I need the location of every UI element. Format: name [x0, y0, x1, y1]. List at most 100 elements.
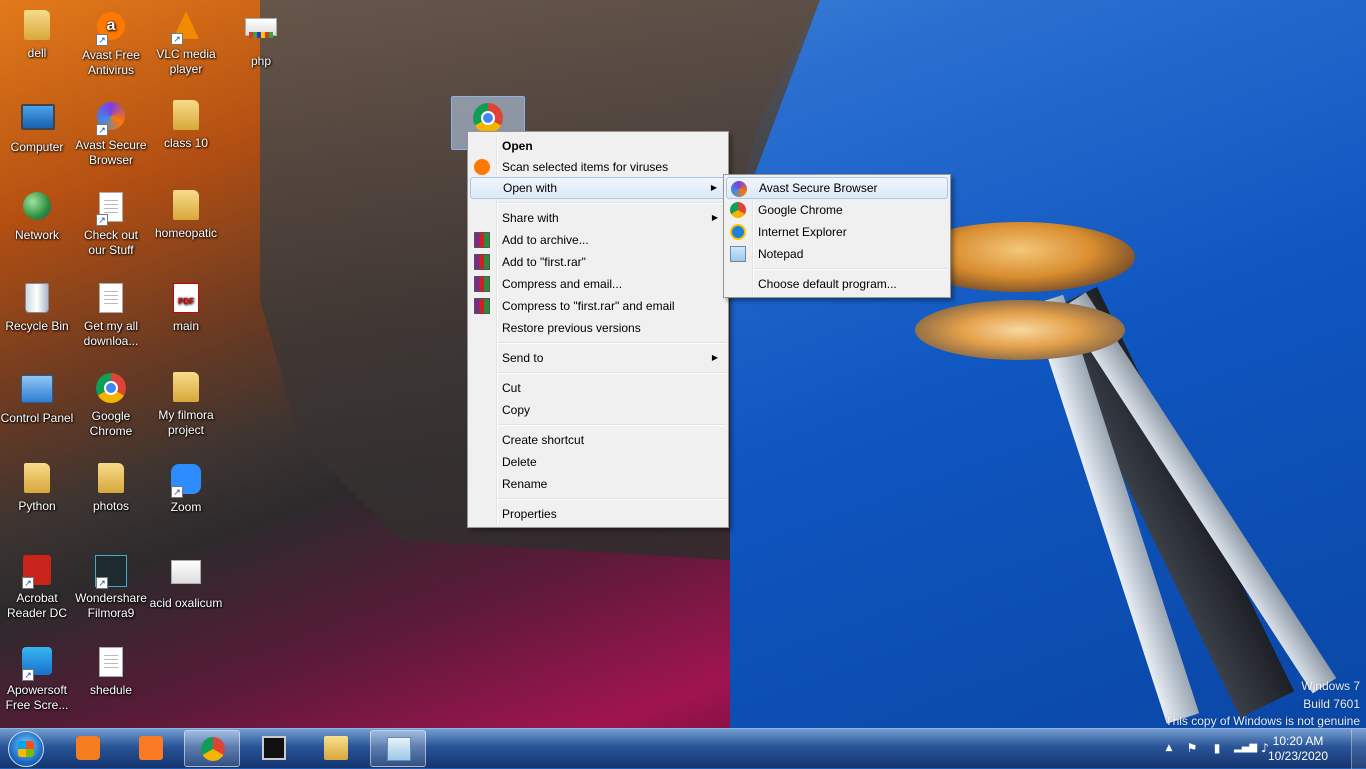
menu-item-label: Send to — [502, 351, 544, 365]
document-icon — [95, 647, 127, 679]
menu-separator — [498, 424, 726, 426]
desktop-icon-recycle-bin[interactable]: Recycle Bin — [0, 281, 74, 334]
desktop-icon-vlc[interactable]: ↗ VLC media player — [149, 10, 223, 77]
show-hidden-icons-icon[interactable]: ▲ — [1162, 741, 1176, 755]
menu-item-add-to-archive[interactable]: Add to archive... — [470, 229, 726, 251]
desktop-icon-class-10[interactable]: class 10 — [149, 100, 223, 151]
menu-item-open-with[interactable]: Open with ▶ — [470, 177, 726, 199]
taskbar-notepad[interactable] — [370, 730, 426, 767]
php-icon — [245, 18, 277, 50]
xampp-icon — [139, 736, 163, 760]
taskbar-xampp[interactable] — [123, 730, 179, 767]
desktop-icon-label: Zoom — [170, 500, 202, 514]
menu-item-rename[interactable]: Rename — [470, 473, 726, 495]
menu-item-label: Delete — [502, 455, 537, 469]
menu-item-compress-rar-email[interactable]: Compress to "first.rar" and email — [470, 295, 726, 317]
menu-item-open[interactable]: Open — [470, 135, 726, 157]
desktop-icon-dell[interactable]: dell — [0, 10, 74, 61]
menu-item-delete[interactable]: Delete — [470, 451, 726, 473]
desktop-icon-python[interactable]: Python — [0, 463, 74, 514]
menu-item-properties[interactable]: Properties — [470, 503, 726, 525]
desktop-icon-acrobat[interactable]: ↗ Acrobat Reader DC — [0, 554, 74, 621]
desktop-icon-photos[interactable]: photos — [74, 463, 148, 514]
desktop-icon-check-out[interactable]: ↗ Check out our Stuff — [74, 190, 148, 258]
desktop-icon-control-panel[interactable]: Control Panel — [0, 372, 74, 426]
desktop-icon-label: Python — [18, 499, 56, 513]
submenu-item-notepad[interactable]: Notepad — [726, 243, 948, 265]
desktop-icon-label: php — [250, 54, 272, 68]
submenu-item-label: Internet Explorer — [758, 225, 847, 239]
menu-item-cut[interactable]: Cut — [470, 377, 726, 399]
desktop-icon-label: acid oxalicum — [149, 596, 223, 610]
desktop-icon-get-my-all[interactable]: Get my all downloa... — [74, 281, 148, 349]
menu-item-share-with[interactable]: Share with ▶ — [470, 207, 726, 229]
watermark-line-2: Build 7601 — [1303, 696, 1360, 711]
submenu-arrow-icon: ▶ — [711, 213, 718, 222]
taskbar-cmd[interactable] — [246, 730, 302, 767]
submenu-item-choose-default[interactable]: Choose default program... — [726, 273, 948, 295]
clock-date: 10/23/2020 — [1267, 749, 1329, 763]
menu-item-label: Rename — [502, 477, 548, 491]
submenu-arrow-icon: ▶ — [710, 183, 717, 192]
folder-icon — [170, 372, 202, 404]
control-panel-icon — [21, 375, 53, 407]
start-button[interactable] — [8, 731, 44, 767]
desktop-icon-label: Check out our Stuff — [83, 228, 139, 257]
notepad-icon — [387, 737, 411, 761]
image-icon — [170, 560, 202, 592]
vlc-icon: ↗ — [170, 11, 202, 45]
desktop-icon-label: Wondershare Filmora9 — [75, 591, 147, 620]
submenu-item-avast-browser[interactable]: Avast Secure Browser — [726, 177, 948, 199]
network-signal-icon[interactable]: ▂▄▆ — [1234, 741, 1257, 755]
desktop-icon-network[interactable]: Network — [0, 190, 74, 243]
desktop-icon-label: VLC media player — [156, 47, 216, 76]
menu-item-label: Share with — [502, 211, 559, 225]
desktop-icon-avast-antivirus[interactable]: a ↗ Avast Free Antivirus — [74, 10, 148, 78]
desktop-icon-main[interactable]: PDF main — [149, 281, 223, 334]
menu-item-compress-email[interactable]: Compress and email... — [470, 273, 726, 295]
folder-icon — [324, 736, 348, 760]
desktop-icon-label: Recycle Bin — [5, 319, 69, 333]
desktop-icon-php[interactable]: php — [224, 10, 298, 69]
menu-item-copy[interactable]: Copy — [470, 399, 726, 421]
menu-item-add-to-rar[interactable]: Add to "first.rar" — [470, 251, 726, 273]
submenu-item-label: Avast Secure Browser — [759, 181, 878, 195]
shortcut-icon: ↗ — [95, 192, 127, 226]
show-desktop-button[interactable] — [1351, 729, 1366, 769]
computer-icon — [21, 104, 55, 136]
open-with-submenu: Avast Secure Browser Google Chrome Inter… — [723, 174, 951, 298]
system-clock[interactable]: 10:20 AM 10/23/2020 — [1263, 734, 1333, 764]
menu-separator — [498, 372, 726, 374]
battery-icon[interactable]: ▮ — [1210, 741, 1224, 755]
desktop-icon-label: Control Panel — [0, 411, 74, 425]
action-center-flag-icon[interactable]: ⚑ — [1185, 741, 1199, 755]
desktop-icon-shedule[interactable]: shedule — [74, 645, 148, 698]
menu-separator — [498, 498, 726, 500]
desktop-icon-zoom[interactable]: ↗ Zoom — [149, 463, 223, 515]
desktop-icon-homeopatic[interactable]: homeopatic — [149, 190, 223, 241]
desktop-icon-label: Avast Secure Browser — [75, 138, 147, 167]
menu-item-label: Scan selected items for viruses — [502, 160, 669, 174]
submenu-item-google-chrome[interactable]: Google Chrome — [726, 199, 948, 221]
desktop-icon-acid-oxalicum[interactable]: acid oxalicum — [149, 554, 223, 611]
menu-item-send-to[interactable]: Send to ▶ — [470, 347, 726, 369]
taskbar-media-player[interactable] — [60, 730, 116, 767]
desktop-icon-avast-browser[interactable]: ↗ Avast Secure Browser — [74, 100, 148, 168]
menu-separator — [498, 342, 726, 344]
desktop-icon-filmora9[interactable]: ↗ Wondershare Filmora9 — [74, 554, 148, 621]
desktop-icon-google-chrome[interactable]: Google Chrome — [74, 372, 148, 439]
desktop-icon-computer[interactable]: Computer — [0, 100, 74, 155]
menu-item-create-shortcut[interactable]: Create shortcut — [470, 429, 726, 451]
avast-icon — [474, 159, 490, 175]
desktop-icon-apowersoft[interactable]: ↗ Apowersoft Free Scre... — [0, 645, 74, 713]
taskbar-windows-explorer[interactable] — [308, 730, 364, 767]
taskbar: ▲ ⚑ ▮ ▂▄▆ ♪ 10:20 AM 10/23/2020 — [0, 728, 1366, 769]
zoom-icon: ↗ — [170, 464, 202, 498]
taskbar-google-chrome[interactable] — [184, 730, 240, 767]
menu-item-scan-viruses[interactable]: Scan selected items for viruses — [470, 156, 726, 178]
submenu-item-internet-explorer[interactable]: Internet Explorer — [726, 221, 948, 243]
desktop-icon-label: homeopatic — [154, 226, 218, 240]
menu-item-label: Create shortcut — [502, 433, 585, 447]
desktop-icon-filmora-project[interactable]: My filmora project — [149, 372, 223, 438]
menu-item-restore-versions[interactable]: Restore previous versions — [470, 317, 726, 339]
